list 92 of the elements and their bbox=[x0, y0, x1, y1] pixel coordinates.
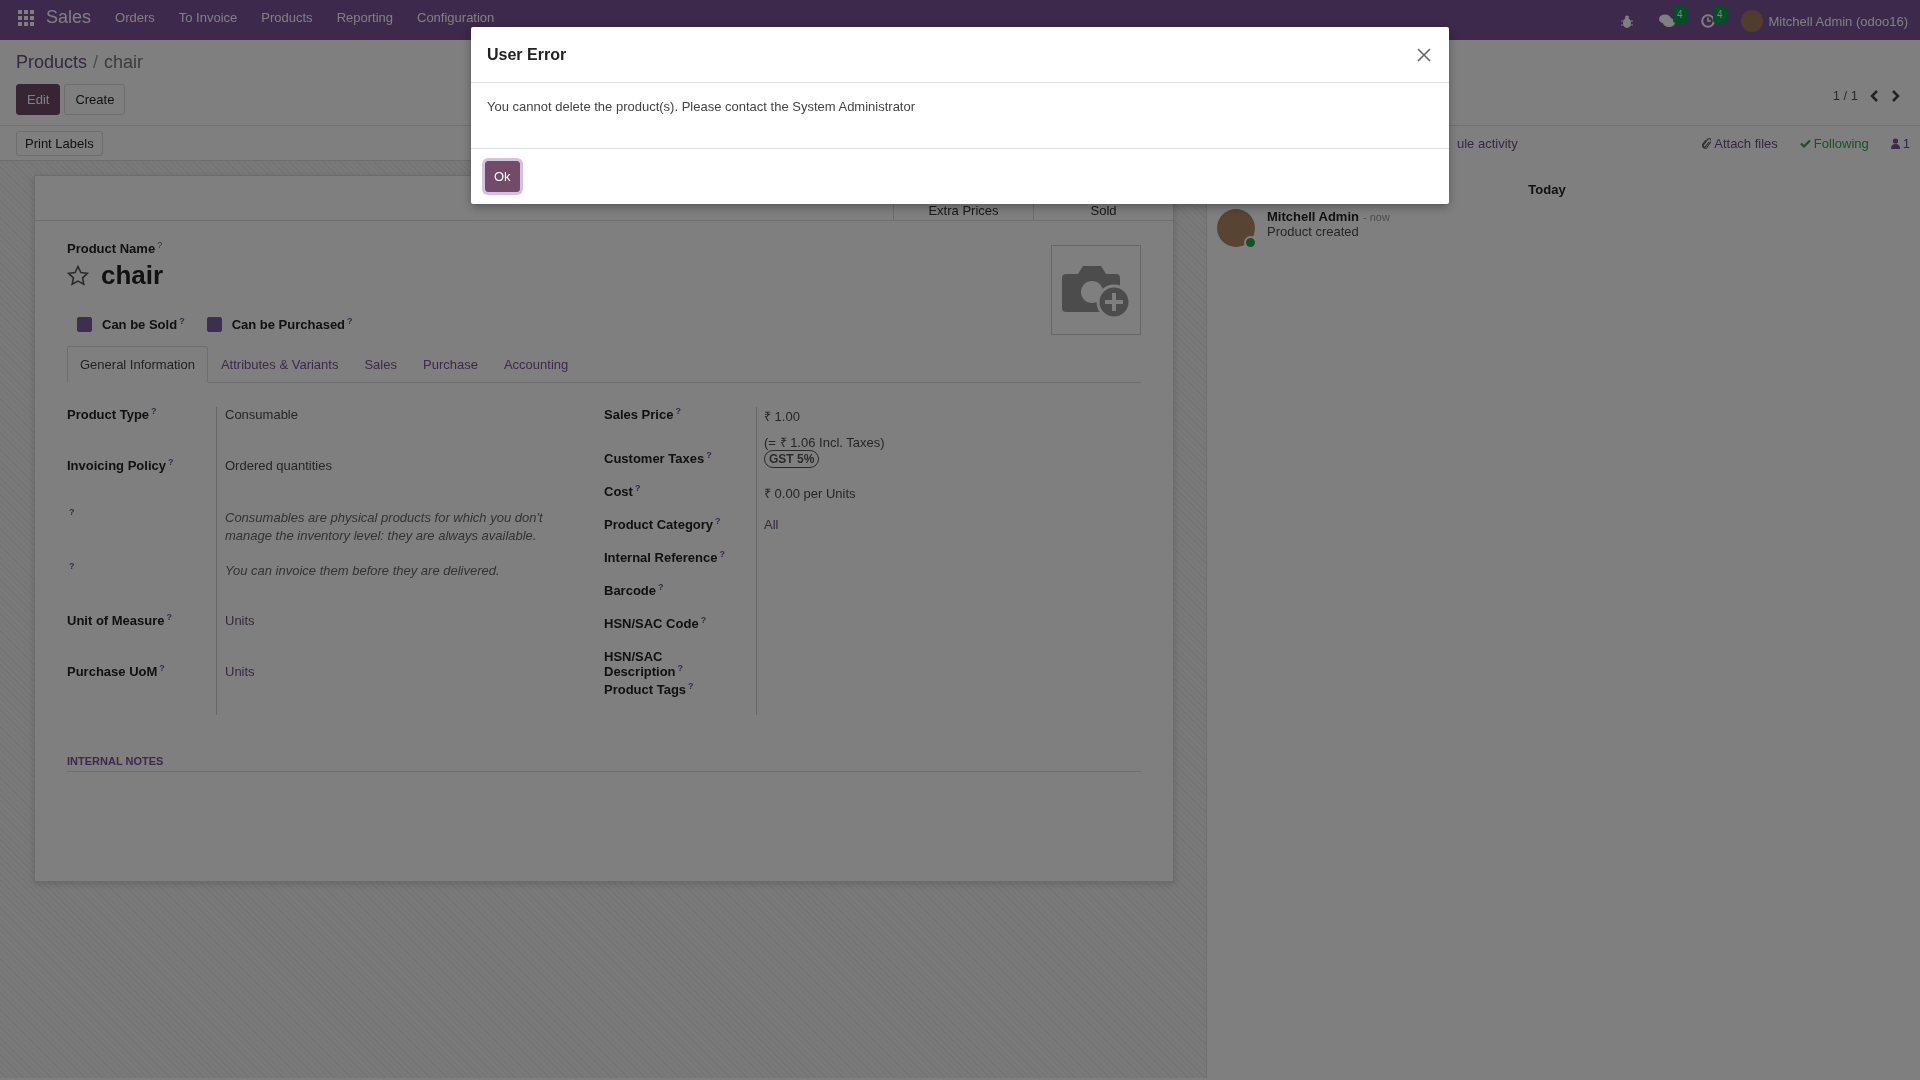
count-badge: 4 bbox=[1672, 6, 1687, 23]
menu-item[interactable]: Reporting bbox=[336, 10, 393, 25]
tab[interactable]: Accounting bbox=[490, 346, 582, 383]
chat-icon[interactable] bbox=[1658, 14, 1675, 28]
create-button[interactable]: Create bbox=[64, 84, 126, 115]
person-icon bbox=[1890, 137, 1900, 149]
tab[interactable]: Attributes & Variants bbox=[207, 346, 352, 383]
breadcrumb-current: chair bbox=[104, 51, 144, 73]
help-mark: ? bbox=[658, 581, 664, 592]
pager-counter: 1 / 1 bbox=[1832, 88, 1858, 103]
edit-button[interactable]: Edit bbox=[16, 84, 61, 115]
help-mark: ? bbox=[688, 680, 694, 691]
help-mark: ? bbox=[715, 515, 721, 526]
field-label: Sales Price bbox=[604, 407, 674, 422]
field-link[interactable]: Units bbox=[225, 664, 255, 680]
checkbox[interactable] bbox=[77, 317, 92, 332]
user-name[interactable]: Mitchell Admin (odoo16) bbox=[1768, 13, 1908, 29]
field-label: Invoicing Policy bbox=[67, 457, 166, 473]
followers-button[interactable]: 1 bbox=[1890, 135, 1910, 151]
dialog-title: User Error bbox=[487, 45, 567, 64]
menu-item[interactable]: Orders bbox=[115, 10, 155, 25]
clock-icon[interactable] bbox=[1700, 14, 1715, 28]
help-mark: ? bbox=[69, 507, 75, 518]
close-icon[interactable] bbox=[1415, 45, 1433, 64]
help-mark: ? bbox=[700, 614, 707, 625]
help-mark: ? bbox=[634, 482, 641, 493]
field-label: Product Category bbox=[604, 517, 714, 532]
field-label: Unit of Measure bbox=[67, 613, 165, 629]
schedule-activity-link[interactable]: ule activity bbox=[1457, 135, 1518, 151]
section-title: INTERNAL NOTES bbox=[67, 755, 164, 767]
help-mark: ? bbox=[157, 239, 163, 250]
apps-menu-icon[interactable] bbox=[18, 10, 34, 26]
help-mark: ? bbox=[167, 456, 174, 467]
help-mark: ? bbox=[151, 405, 157, 416]
count-badge: 4 bbox=[1712, 6, 1727, 23]
field-value: Ordered quantities bbox=[225, 457, 332, 473]
bug-icon[interactable] bbox=[1620, 14, 1633, 28]
help-mark: ? bbox=[347, 315, 353, 326]
help-note: Consumables are physical products for which you don't manage the inventory level: they are always available. bbox=[225, 508, 544, 545]
following-button[interactable]: Following bbox=[1799, 135, 1869, 151]
help-note: You can invoice them before they are delivered. bbox=[225, 562, 501, 581]
menu-item[interactable]: Configuration bbox=[417, 10, 495, 25]
field-label: HSN/SAC Description bbox=[604, 649, 676, 679]
date-separator: Today bbox=[1527, 182, 1567, 197]
field-value: ₹ 0.00 bbox=[764, 486, 800, 501]
dialog-message: You cannot delete the product(s). Please contact the System Administrator bbox=[487, 99, 916, 114]
attach-files-button[interactable]: Attach files bbox=[1702, 135, 1778, 151]
field-label: Customer Taxes bbox=[604, 451, 705, 466]
print-labels-button[interactable]: Print Labels bbox=[16, 130, 103, 156]
star-icon[interactable] bbox=[67, 265, 89, 286]
tab[interactable]: General Information bbox=[67, 346, 208, 383]
field-link[interactable]: Units bbox=[225, 613, 255, 629]
paperclip-icon bbox=[1702, 136, 1712, 150]
tab[interactable]: Purchase bbox=[410, 346, 491, 383]
field-label: Barcode bbox=[604, 583, 657, 598]
tab[interactable]: Sales bbox=[351, 346, 410, 383]
app-name[interactable]: Sales bbox=[46, 10, 92, 25]
menu-item[interactable]: Products bbox=[261, 10, 313, 25]
help-mark: ? bbox=[179, 315, 185, 326]
field-value-extra: per Units bbox=[802, 486, 856, 501]
checkbox-label: Can be Purchased bbox=[231, 317, 346, 332]
field-link[interactable]: All bbox=[764, 517, 779, 532]
field-label: Internal Reference bbox=[604, 550, 718, 565]
field-label: Product Tags bbox=[604, 682, 687, 697]
field-label: Purchase UoM bbox=[67, 664, 158, 680]
image-placeholder[interactable] bbox=[1051, 245, 1141, 335]
help-mark: ? bbox=[675, 405, 681, 416]
next-icon[interactable] bbox=[1891, 89, 1900, 102]
message-body: Product created bbox=[1267, 224, 1360, 239]
field-label: HSN/SAC Code bbox=[604, 616, 699, 631]
field-label: Product Type bbox=[67, 407, 150, 422]
help-mark: ? bbox=[69, 561, 75, 572]
product-name: chair bbox=[101, 260, 164, 291]
previous-icon[interactable] bbox=[1870, 89, 1879, 102]
help-mark: ? bbox=[706, 449, 712, 460]
help-mark: ? bbox=[719, 548, 725, 559]
checkbox-label: Can be Sold bbox=[102, 317, 178, 332]
ok-button[interactable]: Ok bbox=[485, 161, 520, 192]
help-mark: ? bbox=[159, 662, 165, 673]
field-label: Product Name bbox=[67, 241, 156, 256]
field-label: Cost bbox=[604, 484, 633, 499]
check-icon bbox=[1799, 138, 1811, 148]
field-value: ₹ 1.00 bbox=[764, 409, 800, 424]
field-value-extra: (= ₹ 1.06 Incl. Taxes) bbox=[764, 434, 886, 451]
help-mark: ? bbox=[166, 612, 172, 622]
checkbox[interactable] bbox=[206, 317, 222, 332]
breadcrumb-separator: / bbox=[93, 51, 99, 73]
help-mark: ? bbox=[677, 662, 683, 673]
menu-item[interactable]: To Invoice bbox=[178, 10, 238, 25]
field-value: Consumable bbox=[225, 407, 298, 422]
breadcrumb-link[interactable]: Products bbox=[16, 51, 88, 73]
message-author: Mitchell Admin bbox=[1267, 209, 1359, 224]
